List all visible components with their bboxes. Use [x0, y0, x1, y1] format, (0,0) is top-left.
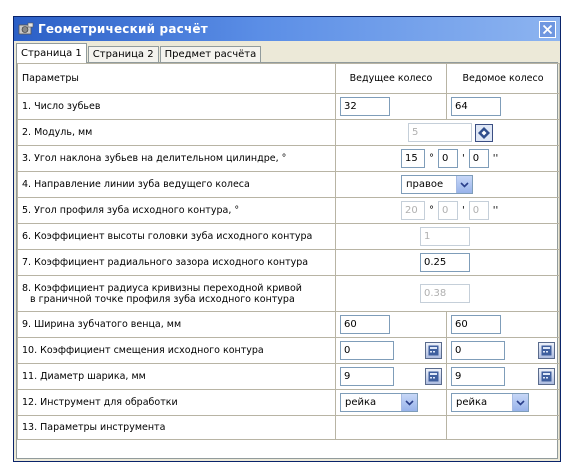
row-label: 10. Коэффициент смещения исходного конту…: [17, 337, 336, 364]
parameters-table: Параметры Ведущее колесо Ведомое колесо …: [17, 63, 560, 440]
degree-mark: °: [429, 205, 434, 216]
module-input[interactable]: 5: [408, 123, 472, 142]
tool-driven-value: рейка: [456, 397, 488, 408]
tooth-direction-select[interactable]: правое: [401, 175, 473, 194]
module-reference-button[interactable]: [475, 123, 493, 142]
window-title: Геометрический расчёт: [38, 22, 208, 36]
helix-seconds-input[interactable]: 0: [468, 149, 489, 168]
row-label: 4. Направление линии зуба ведущего колес…: [17, 171, 336, 198]
helix-degrees-input[interactable]: 15: [401, 149, 425, 168]
tool-driving-select[interactable]: рейка: [340, 393, 418, 412]
row-label: 1. Число зубьев: [17, 93, 336, 120]
tab-page-2[interactable]: Страница 2: [87, 46, 159, 63]
empty-cell: [446, 415, 560, 440]
tooth-direction-value: правое: [406, 179, 444, 190]
tab-page-1[interactable]: Страница 1: [16, 43, 87, 63]
degree-mark: °: [429, 153, 434, 164]
ball-driven-calc-button[interactable]: [538, 368, 555, 385]
table-row: 7. Коэффициент радиального зазора исходн…: [17, 249, 560, 276]
empty-cell: [335, 415, 447, 440]
clearance-input[interactable]: 0.25: [420, 253, 470, 272]
profile-minutes-input[interactable]: 0: [438, 201, 458, 220]
width-driven-input[interactable]: 60: [451, 315, 501, 334]
row-label: 8. Коэффициент радиуса кривизны переходн…: [17, 275, 336, 312]
shift-driving-input[interactable]: 0: [340, 341, 394, 360]
geometric-calculation-window: Геометрический расчёт Страница 1 Страниц…: [13, 16, 561, 462]
second-mark: '': [492, 153, 499, 164]
fillet-label-line2: в граничной точке профиля зуба исходного…: [30, 293, 295, 305]
row-label: 6. Коэффициент высоты головки зуба исход…: [17, 223, 336, 250]
ball-driven-input[interactable]: 9: [451, 367, 505, 386]
row-label: 2. Модуль, мм: [17, 119, 336, 146]
table-row: 4. Направление линии зуба ведущего колес…: [17, 171, 560, 198]
table-row: 8. Коэффициент радиуса кривизны переходн…: [17, 275, 560, 312]
addendum-input[interactable]: 1: [420, 227, 470, 246]
tab-panel: Параметры Ведущее колесо Ведомое колесо …: [16, 62, 560, 459]
header-driven-wheel: Ведомое колесо: [446, 63, 560, 94]
chevron-down-icon: [512, 394, 528, 411]
table-row: 11. Диаметр шарика, мм 9 9: [17, 363, 560, 390]
minute-mark: ': [462, 205, 465, 216]
row-label: 11. Диаметр шарика, мм: [17, 363, 336, 390]
row-label: 12. Инструмент для обработки: [17, 389, 336, 416]
calculator-icon: [428, 345, 439, 356]
row-label: 9. Ширина зубчатого венца, мм: [17, 311, 336, 338]
calculator-icon: [428, 371, 439, 382]
tab-strip: Страница 1 Страница 2 Предмет расчёта: [14, 41, 560, 63]
profile-degrees-input[interactable]: 20: [401, 201, 425, 220]
table-row: 10. Коэффициент смещения исходного конту…: [17, 337, 560, 364]
shift-driving-calc-button[interactable]: [425, 342, 442, 359]
helix-minutes-input[interactable]: 0: [438, 149, 458, 168]
row-label: 13. Параметры инструмента: [17, 415, 336, 440]
table-row: 12. Инструмент для обработки рейка рейка: [17, 389, 560, 416]
table-row: 9. Ширина зубчатого венца, мм 60 60: [17, 311, 560, 338]
row-label: 3. Угол наклона зубьев на делительном ци…: [17, 145, 336, 172]
close-button[interactable]: [539, 20, 556, 38]
calculator-icon: [541, 345, 552, 356]
header-parameters: Параметры: [17, 63, 336, 94]
chevron-down-icon: [401, 394, 417, 411]
tool-driven-select[interactable]: рейка: [451, 393, 529, 412]
minute-mark: ': [462, 153, 465, 164]
calculator-icon: [541, 371, 552, 382]
table-row: 13. Параметры инструмента: [17, 415, 560, 440]
tab-calculation-subject[interactable]: Предмет расчёта: [159, 46, 262, 63]
table-row: 5. Угол профиля зуба исходного контура, …: [17, 197, 560, 224]
fillet-label-line1: 8. Коэффициент радиуса кривизны переходн…: [22, 282, 302, 294]
fillet-radius-input[interactable]: 0.38: [420, 284, 470, 303]
ball-driving-input[interactable]: 9: [340, 367, 394, 386]
gear-app-icon: [18, 22, 34, 35]
book-icon: [478, 126, 490, 139]
ball-driving-calc-button[interactable]: [425, 368, 442, 385]
chevron-down-icon: [456, 176, 472, 193]
teeth-driving-input[interactable]: 32: [340, 97, 390, 116]
row-label: 5. Угол профиля зуба исходного контура, …: [17, 197, 336, 224]
table-row: 6. Коэффициент высоты головки зуба исход…: [17, 223, 560, 250]
table-row: 2. Модуль, мм 5: [17, 119, 560, 146]
shift-driven-calc-button[interactable]: [538, 342, 555, 359]
row-label: 7. Коэффициент радиального зазора исходн…: [17, 249, 336, 276]
teeth-driven-input[interactable]: 64: [451, 97, 501, 116]
title-bar: Геометрический расчёт: [14, 17, 560, 41]
close-icon: [542, 24, 553, 34]
tool-driving-value: рейка: [345, 397, 377, 408]
second-mark: '': [492, 205, 499, 216]
profile-seconds-input[interactable]: 0: [468, 201, 489, 220]
table-row: 3. Угол наклона зубьев на делительном ци…: [17, 145, 560, 172]
header-driving-wheel: Ведущее колесо: [335, 63, 447, 94]
width-driving-input[interactable]: 60: [340, 315, 390, 334]
shift-driven-input[interactable]: 0: [451, 341, 505, 360]
table-row: 1. Число зубьев 32 64: [17, 93, 560, 120]
